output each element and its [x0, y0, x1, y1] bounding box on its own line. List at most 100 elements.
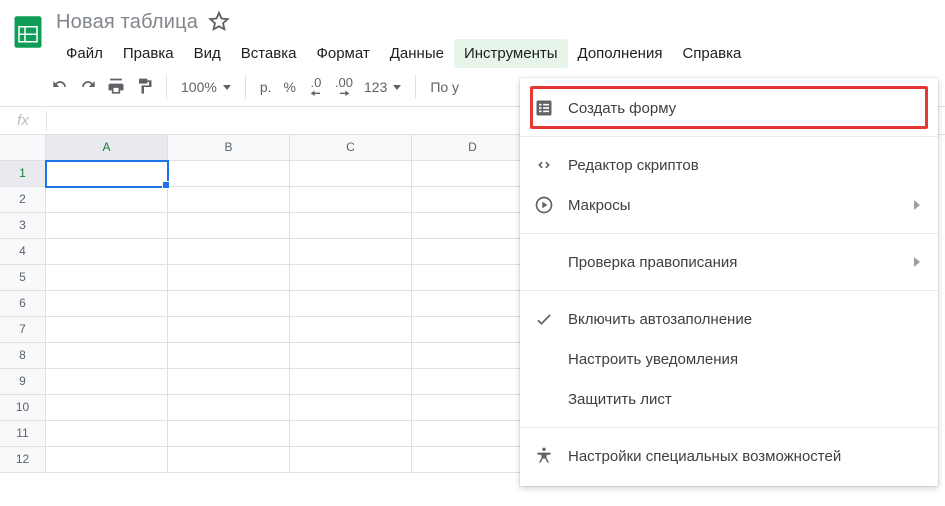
cell[interactable] [46, 161, 168, 187]
cell[interactable] [168, 447, 290, 473]
decrease-decimal-button[interactable]: .0 [302, 73, 330, 101]
cell[interactable] [168, 395, 290, 421]
menu-файл[interactable]: Файл [56, 39, 113, 68]
menu-item-настройки-специальных-возможностей[interactable]: Настройки специальных возможностей [520, 436, 938, 476]
cell[interactable] [168, 161, 290, 187]
menu-item-защитить-лист[interactable]: Защитить лист [520, 379, 938, 419]
menu-item-редактор-скриптов[interactable]: Редактор скриптов [520, 145, 938, 185]
cell[interactable] [290, 343, 412, 369]
menu-item-настроить-уведомления[interactable]: Настроить уведомления [520, 339, 938, 379]
row-header[interactable]: 8 [0, 343, 46, 369]
cell[interactable] [412, 187, 534, 213]
currency-format-button[interactable]: р. [254, 79, 278, 95]
cell[interactable] [412, 369, 534, 395]
row-header[interactable]: 5 [0, 265, 46, 291]
column-header[interactable]: D [412, 135, 534, 161]
cell[interactable] [290, 421, 412, 447]
cell[interactable] [168, 317, 290, 343]
cell[interactable] [168, 213, 290, 239]
print-button[interactable] [102, 73, 130, 101]
menu-данные[interactable]: Данные [380, 39, 454, 68]
cell[interactable] [290, 265, 412, 291]
menu-item-включить-автозаполнение[interactable]: Включить автозаполнение [520, 299, 938, 339]
star-icon[interactable] [208, 10, 230, 35]
cell[interactable] [168, 265, 290, 291]
select-all-corner[interactable] [0, 135, 46, 161]
row-header[interactable]: 10 [0, 395, 46, 421]
cell[interactable] [46, 447, 168, 473]
menu-дополнения[interactable]: Дополнения [568, 39, 673, 68]
cell[interactable] [168, 369, 290, 395]
cell[interactable] [290, 291, 412, 317]
cell[interactable] [412, 265, 534, 291]
cell[interactable] [412, 421, 534, 447]
cell[interactable] [46, 265, 168, 291]
row-header[interactable]: 7 [0, 317, 46, 343]
cell[interactable] [412, 161, 534, 187]
submenu-arrow-icon [914, 200, 920, 210]
font-selector[interactable]: По у [424, 73, 465, 101]
menu-item-макросы[interactable]: Макросы [520, 185, 938, 225]
column-header[interactable]: C [290, 135, 412, 161]
column-header[interactable]: A [46, 135, 168, 161]
cell[interactable] [290, 213, 412, 239]
menu-вид[interactable]: Вид [184, 39, 231, 68]
menu-правка[interactable]: Правка [113, 39, 184, 68]
format-123-label: 123 [364, 79, 387, 95]
menu-item-label: Проверка правописания [568, 254, 914, 271]
zoom-selector[interactable]: 100% [175, 73, 237, 101]
cell[interactable] [46, 343, 168, 369]
row-header[interactable]: 12 [0, 447, 46, 473]
cell[interactable] [290, 369, 412, 395]
cell[interactable] [46, 187, 168, 213]
redo-button[interactable] [74, 73, 102, 101]
row-header[interactable]: 2 [0, 187, 46, 213]
cell[interactable] [168, 421, 290, 447]
cell[interactable] [290, 161, 412, 187]
sheets-logo-icon[interactable] [8, 12, 48, 52]
percent-format-button[interactable]: % [278, 79, 302, 95]
cell[interactable] [412, 395, 534, 421]
paint-format-button[interactable] [130, 73, 158, 101]
cell[interactable] [290, 447, 412, 473]
cell[interactable] [412, 447, 534, 473]
cell[interactable] [168, 291, 290, 317]
menu-item-создать-форму[interactable]: Создать форму [520, 88, 938, 128]
row-header[interactable]: 6 [0, 291, 46, 317]
cell[interactable] [46, 239, 168, 265]
cell[interactable] [46, 421, 168, 447]
increase-decimal-button[interactable]: .00 [330, 73, 358, 101]
menu-инструменты[interactable]: Инструменты [454, 39, 568, 68]
cell[interactable] [168, 239, 290, 265]
cell[interactable] [290, 317, 412, 343]
cell[interactable] [412, 291, 534, 317]
cell[interactable] [46, 291, 168, 317]
row-header[interactable]: 11 [0, 421, 46, 447]
cell[interactable] [290, 395, 412, 421]
cell[interactable] [46, 369, 168, 395]
cell[interactable] [290, 187, 412, 213]
cell[interactable] [412, 317, 534, 343]
row-header[interactable]: 9 [0, 369, 46, 395]
cell[interactable] [412, 213, 534, 239]
cell[interactable] [46, 317, 168, 343]
menu-формат[interactable]: Формат [306, 39, 379, 68]
row-header[interactable]: 4 [0, 239, 46, 265]
menu-вставка[interactable]: Вставка [231, 39, 307, 68]
menu-item-label: Настроить уведомления [568, 351, 920, 368]
cell[interactable] [46, 395, 168, 421]
menu-справка[interactable]: Справка [672, 39, 751, 68]
more-formats-button[interactable]: 123 [358, 73, 407, 101]
cell[interactable] [168, 343, 290, 369]
column-header[interactable]: B [168, 135, 290, 161]
row-header[interactable]: 1 [0, 161, 46, 187]
document-title[interactable]: Новая таблица [56, 11, 198, 34]
cell[interactable] [168, 187, 290, 213]
cell[interactable] [290, 239, 412, 265]
undo-button[interactable] [46, 73, 74, 101]
row-header[interactable]: 3 [0, 213, 46, 239]
cell[interactable] [412, 239, 534, 265]
menu-item-проверка-правописания[interactable]: Проверка правописания [520, 242, 938, 282]
cell[interactable] [46, 213, 168, 239]
cell[interactable] [412, 343, 534, 369]
